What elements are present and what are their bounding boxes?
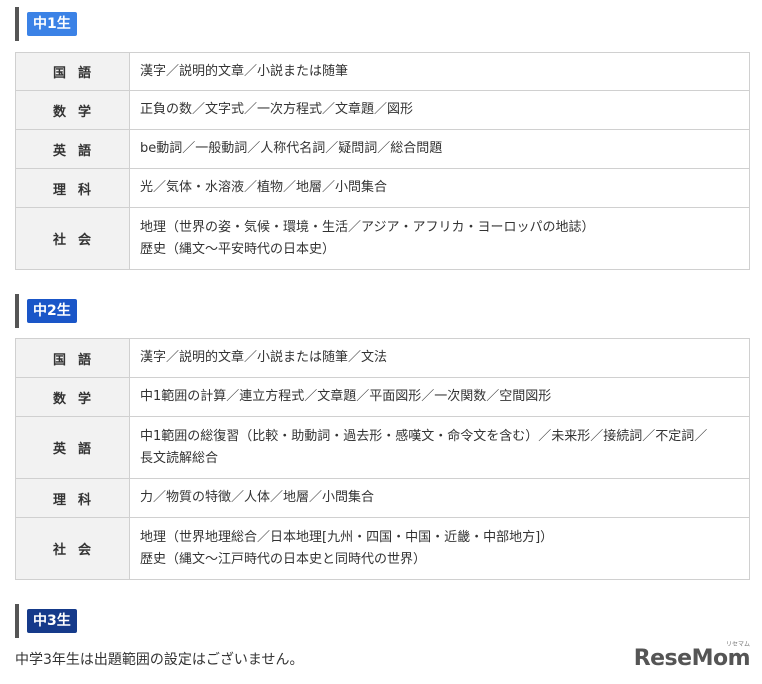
content-cell: 地理（世界地理総合／日本地理[九州・四国・中国・近畿・中部地方]） 歴史（縄文～…	[129, 517, 750, 580]
section-header-grade2: 中2生	[15, 294, 77, 328]
content-cell: be動詞／一般動詞／人称代名詞／疑問詞／総合問題	[129, 129, 750, 169]
table-row: 英語 中1範囲の総復習（比較・助動詞・過去形・感嘆文・命令文を含む）／未来形／接…	[15, 416, 750, 479]
subject-cell: 英語	[15, 129, 130, 169]
content-cell: 地理（世界の姿・気候・環境・生活／アジア・アフリカ・ヨーロッパの地誌） 歴史（縄…	[129, 207, 750, 270]
table-row: 英語 be動詞／一般動詞／人称代名詞／疑問詞／総合問題	[15, 129, 750, 169]
content-cell: 光／気体・水溶液／植物／地層／小問集合	[129, 168, 750, 208]
grade3-note: 中学3年生は出題範囲の設定はございません。	[15, 652, 304, 668]
table-row: 社会 地理（世界の姿・気候・環境・生活／アジア・アフリカ・ヨーロッパの地誌） 歴…	[15, 207, 750, 270]
grade-badge: 中3生	[27, 609, 77, 633]
subject-cell: 数学	[15, 90, 130, 130]
content-line: 漢字／説明的文章／小説または随筆	[140, 63, 349, 79]
grade-badge: 中2生	[27, 299, 77, 323]
content-line: be動詞／一般動詞／人称代名詞／疑問詞／総合問題	[140, 141, 443, 156]
content-cell: 力／物質の特徴／人体／地層／小問集合	[129, 478, 750, 518]
subject-cell: 理科	[15, 478, 130, 518]
table-row: 国語 漢字／説明的文章／小説または随筆	[15, 52, 750, 91]
content-cell: 正負の数／文字式／一次方程式／文章題／図形	[129, 90, 750, 130]
table-row: 理科 光／気体・水溶液／植物／地層／小問集合	[15, 168, 750, 208]
content-line: 長文読解総合	[140, 450, 219, 466]
content-line: 歴史（縄文～江戸時代の日本史と同時代の世界）	[140, 551, 427, 567]
subject-cell: 英語	[15, 416, 130, 479]
resemom-logo: ReseMom	[633, 646, 751, 671]
subject-cell: 社会	[15, 207, 130, 270]
table-row: 理科 力／物質の特徴／人体／地層／小問集合	[15, 478, 750, 518]
content-line: 正負の数／文字式／一次方程式／文章題／図形	[140, 102, 414, 117]
subject-cell: 数学	[15, 377, 130, 417]
content-line: 中1範囲の総復習（比較・助動詞・過去形・感嘆文・命令文を含む）／未来形／接続詞／…	[140, 428, 708, 444]
subject-table-grade1: 国語 漢字／説明的文章／小説または随筆 数学 正負の数／文字式／一次方程式／文章…	[15, 52, 750, 270]
section-header-grade3: 中3生	[15, 604, 77, 638]
content-line: 地理（世界の姿・気候・環境・生活／アジア・アフリカ・ヨーロッパの地誌）	[140, 219, 595, 235]
content-cell: 中1範囲の総復習（比較・助動詞・過去形・感嘆文・命令文を含む）／未来形／接続詞／…	[129, 416, 750, 479]
subject-cell: 理科	[15, 168, 130, 208]
table-row: 社会 地理（世界地理総合／日本地理[九州・四国・中国・近畿・中部地方]） 歴史（…	[15, 517, 750, 580]
content-cell: 漢字／説明的文章／小説または随筆／文法	[129, 338, 750, 378]
subject-table-grade2: 国語 漢字／説明的文章／小説または随筆／文法 数学 中1範囲の計算／連立方程式／…	[15, 338, 750, 580]
subject-cell: 国語	[15, 52, 130, 91]
content-line: 光／気体・水溶液／植物／地層／小問集合	[140, 180, 388, 195]
content-line: 中1範囲の計算／連立方程式／文章題／平面図形／一次関数／空間図形	[140, 389, 552, 404]
content-cell: 漢字／説明的文章／小説または随筆	[129, 52, 750, 91]
table-row: 数学 正負の数／文字式／一次方程式／文章題／図形	[15, 90, 750, 130]
content-line: 地理（世界地理総合／日本地理[九州・四国・中国・近畿・中部地方]）	[140, 529, 554, 545]
table-row: 数学 中1範囲の計算／連立方程式／文章題／平面図形／一次関数／空間図形	[15, 377, 750, 417]
subject-cell: 国語	[15, 338, 130, 378]
content-line: 力／物質の特徴／人体／地層／小問集合	[140, 490, 375, 505]
content-line: 漢字／説明的文章／小説または随筆／文法	[140, 350, 388, 365]
content-cell: 中1範囲の計算／連立方程式／文章題／平面図形／一次関数／空間図形	[129, 377, 750, 417]
subject-cell: 社会	[15, 517, 130, 580]
content-line: 歴史（縄文～平安時代の日本史）	[140, 241, 336, 257]
section-header-grade1: 中1生	[15, 7, 77, 41]
grade-badge: 中1生	[27, 12, 77, 36]
table-row: 国語 漢字／説明的文章／小説または随筆／文法	[15, 338, 750, 378]
